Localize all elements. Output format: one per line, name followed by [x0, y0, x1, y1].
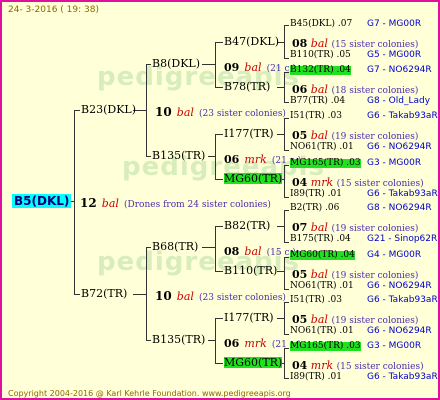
leaf-drone-summary: 06 bal (18 sister colonies)	[292, 83, 419, 96]
leaf-lineage-tag: G5 - MG00R	[367, 50, 422, 60]
leaf-queen[interactable]: I51(TR) .03	[290, 296, 342, 305]
leaf-queen[interactable]: B175(TR) .04	[290, 235, 351, 244]
leaf-drone-summary: 07 bal (19 sister colonies)	[292, 221, 419, 234]
node-b82-summary: 08 bal (15 c.)	[224, 245, 296, 258]
leaf-queen[interactable]: NO61(TR) .01	[290, 282, 354, 291]
header-date: 24- 3-2016 ( 19: 38)	[8, 5, 99, 15]
node-b47[interactable]: B47(DKL)	[224, 36, 279, 47]
node-b78[interactable]: B78(TR)	[224, 81, 270, 92]
leaf-lineage-tag: G8 - Old_Lady	[367, 96, 431, 106]
leaf-queen[interactable]: I51(TR) .03	[290, 112, 342, 121]
leaf-queen[interactable]: MG60(TR) .04	[290, 251, 355, 260]
leaf-lineage-tag: G7 - NO6294R	[367, 65, 432, 75]
leaf-queen[interactable]: MG165(TR) .03	[290, 159, 361, 168]
node-mg60-upper[interactable]: MG60(TR)	[224, 173, 283, 184]
node-b72-summary: 10 bal (23 sister colonies)	[155, 289, 286, 303]
leaf-drone-summary: 04 mrk (15 sister colonies)	[292, 176, 424, 189]
leaf-lineage-tag: G6 - Takab93aR	[367, 189, 438, 199]
leaf-lineage-tag: G7 - MG00R	[367, 19, 422, 29]
node-b110[interactable]: B110(TR)	[224, 265, 277, 276]
root-summary: 12 bal (Drones from 24 sister colonies)	[80, 196, 271, 210]
root-queen[interactable]: B5(DKL)	[12, 194, 72, 208]
node-i177-upper[interactable]: I177(TR)	[224, 128, 274, 139]
node-b135-lower[interactable]: B135(TR)	[152, 334, 205, 345]
leaf-drone-summary: 05 bal (19 sister colonies)	[292, 313, 419, 326]
leaf-queen[interactable]: NO61(TR) .01	[290, 143, 354, 152]
leaf-lineage-tag: G6 - Takab93aR	[367, 295, 438, 305]
leaf-lineage-tag: G4 - MG00R	[367, 250, 422, 260]
node-b23-summary: 10 bal (23 sister colonies)	[155, 105, 286, 119]
node-b135-upper[interactable]: B135(TR)	[152, 150, 205, 161]
leaf-drone-summary: 04 mrk (15 sister colonies)	[292, 359, 424, 372]
leaf-lineage-tag: G6 - Takab93aR	[367, 372, 438, 382]
node-b68[interactable]: B68(TR)	[152, 241, 198, 252]
node-i177-lower[interactable]: I177(TR)	[224, 312, 274, 323]
node-mg60-lower[interactable]: MG60(TR)	[224, 357, 283, 368]
leaf-lineage-tag: G6 - Takab93aR	[367, 111, 438, 121]
leaf-queen[interactable]: I89(TR) .01	[290, 190, 342, 199]
leaf-lineage-tag: G8 - NO6294R	[367, 203, 432, 213]
leaf-queen[interactable]: MG165(TR) .03	[290, 342, 361, 351]
leaf-queen[interactable]: NO61(TR) .01	[290, 327, 354, 336]
leaf-drone-summary: 05 bal (19 sister colonies)	[292, 129, 419, 142]
node-b23[interactable]: B23(DKL)	[81, 104, 136, 115]
leaf-lineage-tag: G3 - MG00R	[367, 158, 422, 168]
leaf-queen[interactable]: B45(DKL) .07	[290, 20, 352, 29]
leaf-lineage-tag: G6 - NO6294R	[367, 326, 432, 336]
leaf-queen[interactable]: B77(TR) .04	[290, 97, 345, 106]
leaf-lineage-tag: G21 - Sinop62R	[367, 234, 438, 244]
node-b47-summary: 09 bal (21 c.)	[224, 61, 296, 74]
leaf-drone-summary: 08 bal (15 sister colonies)	[292, 37, 419, 50]
leaf-queen[interactable]: I89(TR) .01	[290, 373, 342, 382]
footer-copyright: Copyright 2004-2016 @ Karl Kehrle Founda…	[8, 389, 291, 398]
leaf-queen[interactable]: B2(TR) .06	[290, 204, 339, 213]
leaf-lineage-tag: G6 - NO6294R	[367, 281, 432, 291]
pedigree-frame: pedigreeapis pedigreeapis pedigreeapis 2…	[0, 0, 440, 400]
node-b72[interactable]: B72(TR)	[81, 288, 127, 299]
leaf-queen[interactable]: B132(TR) .04	[290, 66, 351, 75]
leaf-lineage-tag: G3 - MG00R	[367, 341, 422, 351]
leaf-queen[interactable]: B110(TR) .05	[290, 51, 351, 60]
leaf-lineage-tag: G6 - NO6294R	[367, 142, 432, 152]
node-b8[interactable]: B8(DKL)	[152, 58, 200, 69]
leaf-drone-summary: 05 bal (19 sister colonies)	[292, 268, 419, 281]
node-b82[interactable]: B82(TR)	[224, 220, 270, 231]
